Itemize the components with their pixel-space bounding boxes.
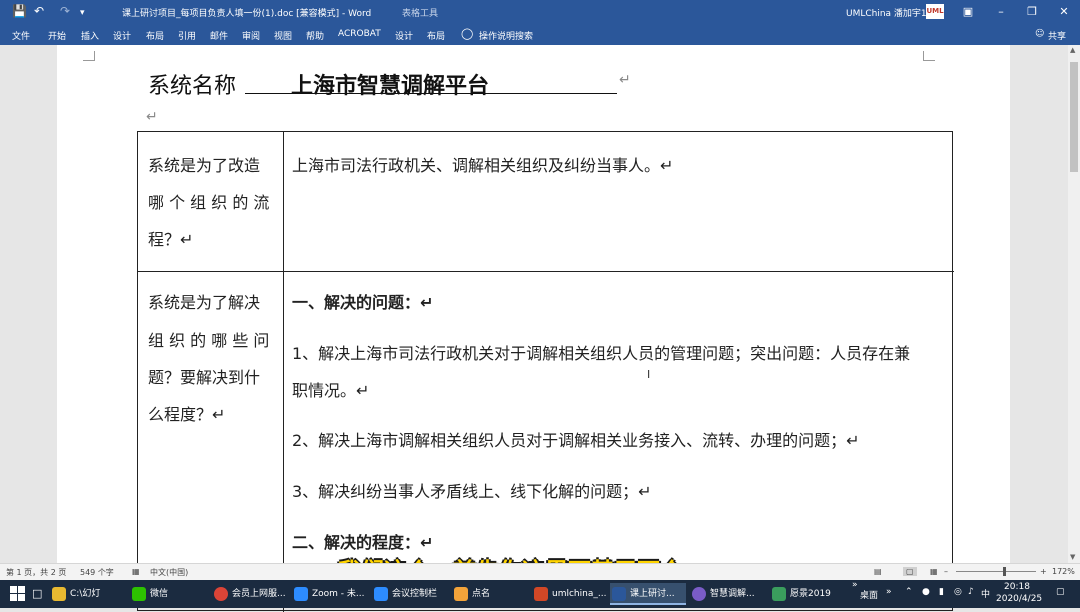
scrollbar-thumb[interactable] xyxy=(1070,62,1078,172)
person-icon: ☺ xyxy=(1035,29,1045,39)
tab-references[interactable]: 引用 xyxy=(178,29,196,42)
taskbar-item-visual-paradigm[interactable]: 智慧调解... xyxy=(690,583,766,605)
windows-start-icon[interactable] xyxy=(10,586,26,602)
row1-question-line1: 系统是为了改造 xyxy=(148,156,261,175)
print-layout-icon[interactable]: ▢ xyxy=(903,567,917,576)
clock-time[interactable]: 20:18 xyxy=(1004,582,1030,592)
scroll-down-icon[interactable]: ▼ xyxy=(1070,553,1075,561)
undo-icon[interactable]: ↶ xyxy=(34,3,44,19)
system-name: 上海市智慧调解平台 xyxy=(291,74,490,99)
desktop-toolbar[interactable]: 桌面 xyxy=(860,588,878,601)
tab-help[interactable]: 帮助 xyxy=(306,29,324,42)
minimize-icon[interactable]: – xyxy=(985,0,1017,23)
taskbar-item-meeting-controls[interactable]: 会议控制栏 xyxy=(372,583,448,605)
row2-question-line1: 系统是为了解决 xyxy=(148,293,261,312)
taskbar-item-explorer[interactable]: C:\幻灯 xyxy=(50,583,126,605)
share-button[interactable]: 共享 xyxy=(1048,29,1066,42)
language-indicator[interactable]: 中文(中国) xyxy=(150,567,188,578)
taskbar-item-chrome[interactable]: 会员上网服... xyxy=(212,583,288,605)
tell-me-search[interactable]: 操作说明搜索 xyxy=(479,29,533,42)
taskbar-item-vision[interactable]: 愿景2019 xyxy=(770,583,846,605)
zoom-in-icon[interactable]: + xyxy=(1040,567,1047,576)
tab-acrobat[interactable]: ACROBAT xyxy=(338,29,381,39)
row2-question-line2: 组 织 的 哪 些 问 xyxy=(148,331,270,350)
tab-design[interactable]: 设计 xyxy=(113,29,131,42)
tab-layout[interactable]: 布局 xyxy=(146,29,164,42)
ribbon-tabs: 文件 开始 插入 设计 布局 引用 邮件 审阅 视图 帮助 ACROBAT 设计… xyxy=(0,23,1080,45)
tab-file[interactable]: 文件 xyxy=(12,29,30,42)
close-icon[interactable]: ✕ xyxy=(1048,0,1080,23)
notification-icon[interactable]: ▢ xyxy=(1056,587,1065,597)
margin-corner-mark xyxy=(83,51,95,61)
zoom-slider-thumb[interactable] xyxy=(1003,567,1006,576)
page-count[interactable]: 第 1 页，共 2 页 xyxy=(6,567,66,578)
scroll-up-icon[interactable]: ▲ xyxy=(1070,46,1075,54)
restore-icon[interactable]: ❐ xyxy=(1016,0,1048,23)
clock-date[interactable]: 2020/4/25 xyxy=(996,594,1042,604)
heading-label: 系统名称 xyxy=(148,74,237,99)
customize-qat-icon[interactable]: ▾ xyxy=(80,5,85,21)
context-tab-label: 表格工具 xyxy=(402,9,439,19)
zoom-out-icon[interactable]: – xyxy=(944,567,948,576)
user-avatar[interactable]: UML xyxy=(926,4,944,19)
row2-question-line3: 题？要解决到什 xyxy=(148,368,261,387)
proofing-icon[interactable]: ▦ xyxy=(132,567,140,576)
zoom-slider[interactable] xyxy=(956,571,1036,572)
focus-mode-icon[interactable]: ▤ xyxy=(874,567,882,576)
lightbulb-icon: ◯ xyxy=(461,27,474,40)
ribbon-display-icon[interactable]: ▣ xyxy=(952,0,984,23)
taskbar-item-word[interactable]: 课上研讨... xyxy=(610,583,686,605)
row2-question-line4: 么程度？↵ xyxy=(148,405,226,424)
tab-mailings[interactable]: 邮件 xyxy=(210,29,228,42)
paragraph-mark: ↵ xyxy=(619,72,631,88)
problem-item-1[interactable]: 1、解决上海市司法行政机关对于调解相关组织人员的管理问题；突出问题：人员存在兼 xyxy=(292,335,910,372)
ime-indicator[interactable]: 中 xyxy=(981,587,990,600)
taskbar-item-powerpoint[interactable]: umlchina_... xyxy=(532,583,608,605)
zoom-level[interactable]: 172% xyxy=(1052,567,1075,576)
problem-item-2[interactable]: 2、解决上海市调解相关组织人员对于调解相关业务接入、流转、办理的问题；↵ xyxy=(292,422,860,459)
battery-icon[interactable]: ▮ xyxy=(939,587,944,597)
row1-question-line2: 哪 个 组 织 的 流 xyxy=(148,193,270,212)
task-view-icon[interactable]: □ xyxy=(32,587,42,600)
problem-item-1-cont[interactable]: 职情况。↵ xyxy=(292,372,369,409)
tray-chevron-icon[interactable]: ⌃ xyxy=(905,587,913,597)
taskbar-item-wechat[interactable]: 微信 xyxy=(130,583,206,605)
user-name[interactable]: UMLChina 潘加宇1 xyxy=(846,6,927,19)
volume-icon[interactable]: ♪ xyxy=(968,587,974,597)
toolbar-overflow-icon[interactable]: » xyxy=(886,587,892,597)
tab-review[interactable]: 审阅 xyxy=(242,29,260,42)
row-divider xyxy=(138,271,954,272)
title-bar: 💾 ↶ ↷ ▾ 课上研讨项目_每项目负责人填一份(1).doc [兼容模式] -… xyxy=(0,0,1080,23)
web-layout-icon[interactable]: ▦ xyxy=(930,567,938,576)
status-bar: 第 1 页，共 2 页 549 个字 ▦ 中文(中国) ▤ ▢ ▦ – + 17… xyxy=(0,563,1080,580)
taskbar: □ C:\幻灯 微信 会员上网服... Zoom - 未... 会议控制栏 点名… xyxy=(0,580,1080,608)
word-count[interactable]: 549 个字 xyxy=(80,567,114,578)
problems-heading[interactable]: 一、解决的问题：↵ xyxy=(292,284,433,321)
problem-item-3[interactable]: 3、解决纠纷当事人矛盾线上、线下化解的问题；↵ xyxy=(292,473,652,510)
text-cursor-icon: I xyxy=(647,368,651,381)
column-divider xyxy=(283,132,284,612)
tab-view[interactable]: 视图 xyxy=(274,29,292,42)
row1-answer[interactable]: 上海市司法行政机关、调解相关组织及纠纷当事人。↵ xyxy=(292,147,673,184)
tab-insert[interactable]: 插入 xyxy=(81,29,99,42)
row1-question-line3: 程？↵ xyxy=(148,230,194,249)
margin-corner-mark xyxy=(923,51,935,61)
redo-icon[interactable]: ↷ xyxy=(60,3,70,19)
save-icon[interactable]: 💾 xyxy=(12,3,27,19)
tab-home[interactable]: 开始 xyxy=(48,29,66,42)
toolbar-expand-icon[interactable]: » xyxy=(852,580,858,590)
tab-table-layout[interactable]: 布局 xyxy=(427,29,445,42)
taskbar-item-rollcall[interactable]: 点名 xyxy=(452,583,528,605)
tray-app-icon[interactable]: ● xyxy=(922,587,930,597)
taskbar-item-zoom[interactable]: Zoom - 未... xyxy=(292,583,368,605)
paragraph-mark: ↵ xyxy=(146,109,158,125)
window-title: 课上研讨项目_每项目负责人填一份(1).doc [兼容模式] - Word xyxy=(122,9,372,19)
tab-table-design[interactable]: 设计 xyxy=(395,29,413,42)
form-table: 系统是为了改造 哪 个 组 织 的 流 程？↵ 上海市司法行政机关、调解相关组织… xyxy=(137,131,954,612)
network-icon[interactable]: ◎ xyxy=(954,587,962,597)
